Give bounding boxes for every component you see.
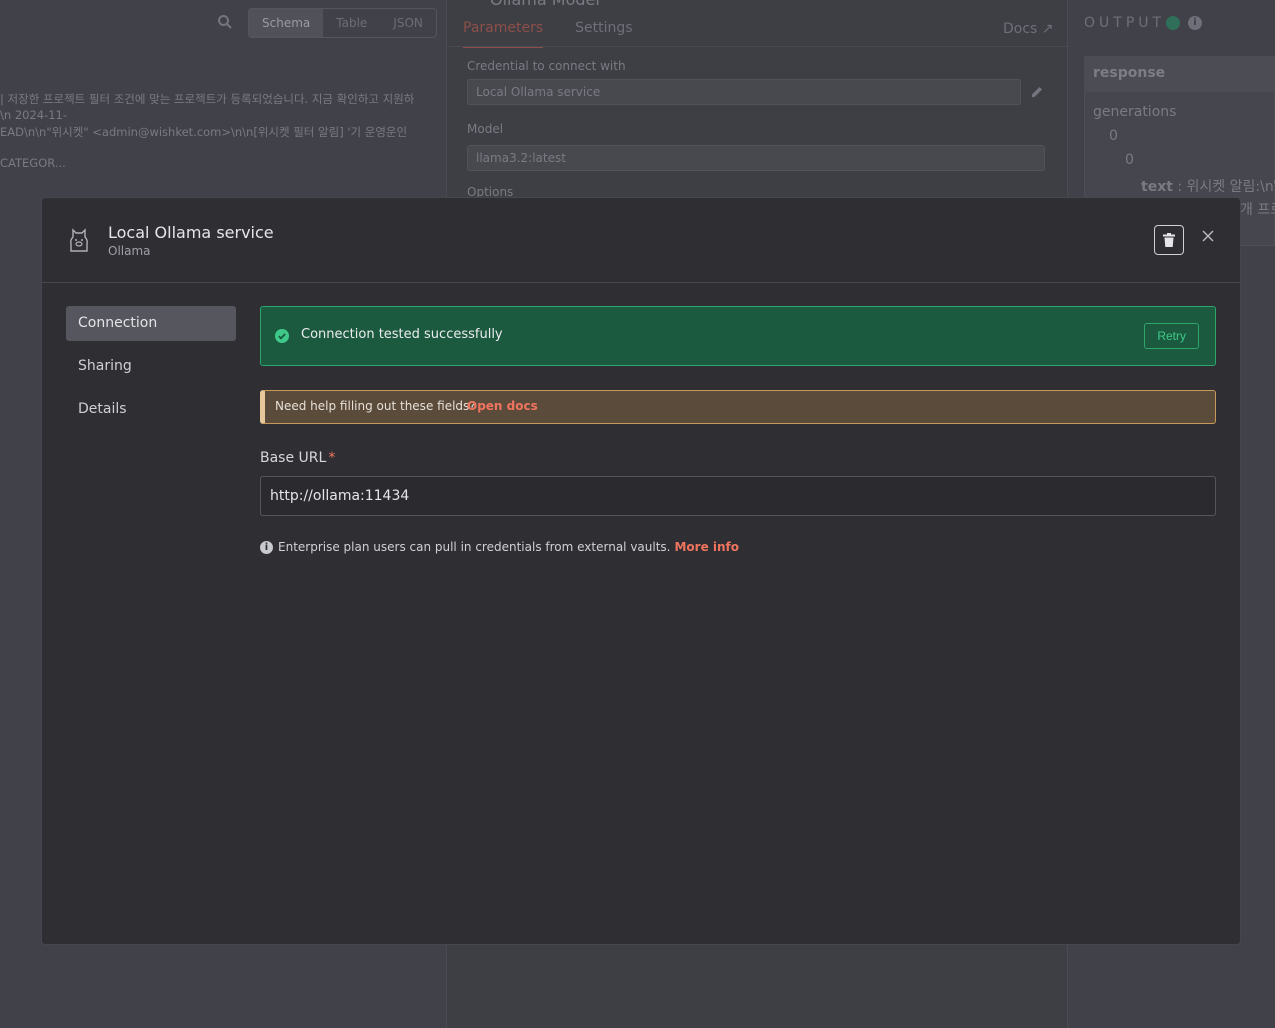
- input-text-line: | 저장한 프로젝트 필터 조건에 맞는 프로젝트가 등록되었습니다. 지금 확…: [0, 92, 415, 106]
- response-header: response: [1084, 56, 1275, 92]
- nav-item-connection[interactable]: Connection: [66, 306, 236, 341]
- retry-button[interactable]: Retry: [1144, 323, 1199, 349]
- model-label: Model: [467, 122, 504, 136]
- node-tabs: Parameters Settings: [463, 20, 665, 48]
- modal-side-nav: Connection Sharing Details: [66, 306, 236, 435]
- view-mode-schema[interactable]: Schema: [249, 9, 324, 37]
- tree-text-value: : 위시켓 알림:\n\: [1177, 179, 1275, 195]
- search-icon[interactable]: [217, 14, 233, 30]
- view-mode-json[interactable]: JSON: [380, 9, 436, 37]
- info-icon: i: [260, 540, 273, 554]
- tree-text-row: text : 위시켓 알림:\n\: [1141, 176, 1275, 196]
- modal-header: Local Ollama service Ollama: [42, 198, 1240, 283]
- tab-settings[interactable]: Settings: [575, 20, 632, 48]
- output-title: OUTPUT: [1084, 15, 1166, 31]
- modal-title[interactable]: Local Ollama service: [108, 223, 274, 242]
- docs-label: Docs: [1003, 21, 1038, 37]
- credential-modal: Local Ollama service Ollama Connection S…: [41, 197, 1241, 945]
- modal-subtitle: Ollama: [108, 244, 151, 258]
- input-text-line: CATEGOR...: [0, 156, 66, 170]
- success-check-icon: [1166, 16, 1180, 30]
- credential-label: Credential to connect with: [467, 59, 626, 73]
- required-mark: *: [328, 450, 336, 466]
- ollama-llama-icon: [70, 228, 88, 252]
- close-icon: [1202, 230, 1214, 242]
- tab-divider: [446, 46, 1068, 47]
- base-url-label: Base URL *: [260, 450, 1216, 466]
- tree-key-text: text: [1141, 179, 1173, 195]
- base-url-label-text: Base URL: [260, 450, 327, 466]
- model-value: llama3.2:latest: [476, 151, 566, 165]
- close-button[interactable]: [1200, 228, 1216, 244]
- more-info-link[interactable]: More info: [674, 540, 739, 554]
- input-text-line: \n 2024-11-: [0, 108, 68, 122]
- check-circle-icon: [275, 329, 289, 343]
- delete-button[interactable]: [1154, 225, 1184, 255]
- connection-content: Connection tested successfully Retry Nee…: [260, 306, 1216, 554]
- edit-icon[interactable]: [1030, 85, 1044, 99]
- success-message: Connection tested successfully: [301, 327, 503, 342]
- trash-icon: [1163, 233, 1175, 247]
- help-text: Need help filling out these fields?: [275, 399, 476, 413]
- docs-link[interactable]: Docs ↗: [1003, 21, 1054, 37]
- nav-item-details[interactable]: Details: [66, 392, 236, 427]
- model-select[interactable]: llama3.2:latest: [467, 145, 1045, 171]
- tree-key-generations: generations: [1093, 104, 1177, 120]
- input-text-line: EAD\n\n"위시켓" <admin@wishket.com>\n\n[위시켓…: [0, 125, 408, 139]
- node-title: Ollama Model: [490, 0, 600, 9]
- tree-text-more: 개 프로: [1240, 202, 1275, 218]
- enterprise-note: i Enterprise plan users can pull in cred…: [260, 540, 1216, 554]
- note-text: Enterprise plan users can pull in creden…: [278, 540, 671, 554]
- help-banner: Need help filling out these fields? Open…: [260, 390, 1216, 424]
- info-icon[interactable]: i: [1188, 16, 1202, 30]
- external-link-icon: ↗: [1041, 21, 1054, 37]
- open-docs-link[interactable]: Open docs: [467, 399, 538, 413]
- view-mode-table[interactable]: Table: [323, 9, 380, 37]
- tree-index: 0: [1109, 128, 1118, 144]
- base-url-input[interactable]: [260, 476, 1216, 516]
- nav-item-sharing[interactable]: Sharing: [66, 349, 236, 384]
- connection-success-banner: Connection tested successfully Retry: [260, 306, 1216, 366]
- credential-select[interactable]: Local Ollama service: [467, 79, 1021, 105]
- tab-parameters[interactable]: Parameters: [463, 20, 544, 48]
- view-mode-switch: Schema Table JSON: [248, 8, 437, 38]
- credential-value: Local Ollama service: [476, 85, 601, 99]
- tree-index: 0: [1125, 152, 1134, 168]
